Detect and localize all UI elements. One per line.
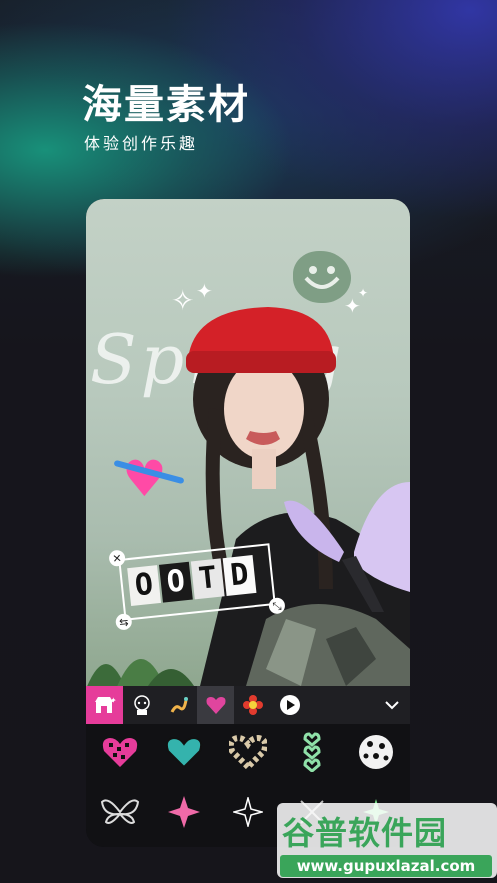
- play-icon[interactable]: [271, 686, 308, 724]
- teal-heart-sticker[interactable]: [152, 728, 216, 776]
- plant-decoration: [87, 659, 194, 686]
- svg-text:✦: ✦: [110, 696, 116, 705]
- chevron-down-icon[interactable]: [374, 686, 410, 724]
- leopard-flower-sticker[interactable]: [344, 728, 408, 776]
- butterfly-sticker[interactable]: [88, 788, 152, 836]
- hero-title: 海量素材: [82, 82, 250, 128]
- phone-mockup: Spring ✧ ✦ ✦ ✦ ♥: [86, 199, 410, 847]
- hero-subtitle: 体验创作乐趣: [84, 134, 199, 153]
- flower-icon[interactable]: [234, 686, 271, 724]
- pink-star-sticker[interactable]: [152, 788, 216, 836]
- zebra-heart-sticker[interactable]: [216, 728, 280, 776]
- doll-sticker-icon[interactable]: [123, 686, 160, 724]
- store-icon[interactable]: ✦: [86, 686, 123, 724]
- checker-heart-icon[interactable]: [197, 686, 234, 724]
- heart-arrow-sticker[interactable]: ♥: [122, 454, 167, 504]
- watermark-name: 谷普软件园: [282, 814, 448, 852]
- pixel-heart-sticker[interactable]: [88, 728, 152, 776]
- watermark-url: www.gupuxlazal.com: [280, 855, 492, 877]
- sticker-category-bar: ✦: [86, 686, 410, 724]
- chain-hearts-sticker[interactable]: [280, 728, 344, 776]
- photo-canvas[interactable]: Spring ✧ ✦ ✦ ✦ ♥: [86, 199, 410, 686]
- white-sparkle-sticker[interactable]: [216, 788, 280, 836]
- worm-sticker-icon[interactable]: [160, 686, 197, 724]
- butterfly-sticker[interactable]: [284, 482, 410, 612]
